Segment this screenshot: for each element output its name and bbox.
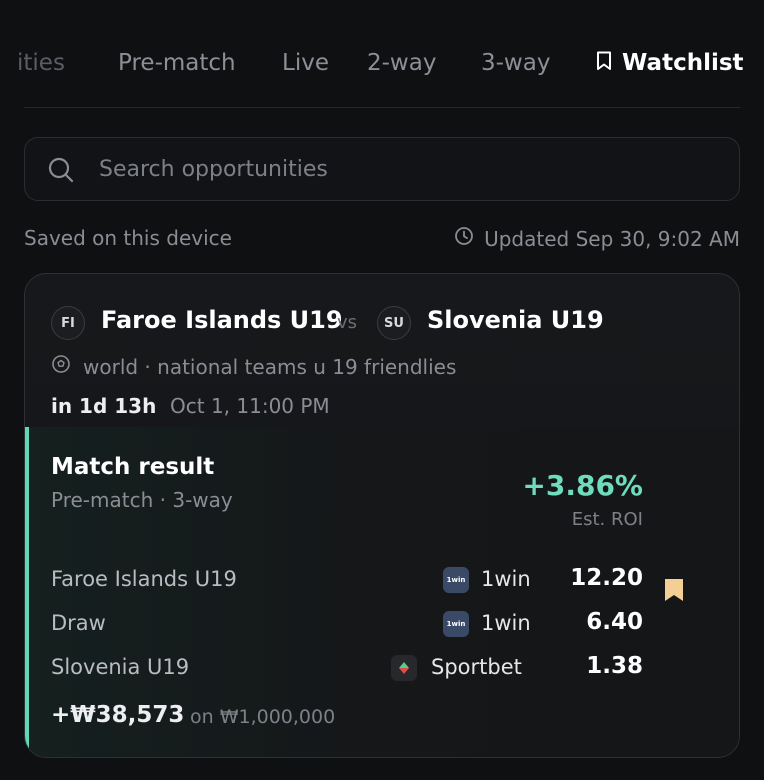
search-icon bbox=[47, 156, 75, 188]
outcome-line: Faroe Islands U19 1win 1win 12.20 bbox=[25, 561, 739, 601]
bookmaker-name: 1win bbox=[481, 611, 531, 635]
outcome-label: Faroe Islands U19 bbox=[51, 567, 237, 591]
outcome-line: Draw 1win 1win 6.40 bbox=[25, 605, 739, 645]
vs-label: vs bbox=[337, 312, 358, 333]
countdown: in 1d 13h bbox=[51, 394, 157, 418]
roi-value: +3.86% bbox=[522, 469, 643, 502]
updated-timestamp: Updated Sep 30, 9:02 AM bbox=[454, 226, 740, 251]
home-team-badge: FI bbox=[51, 306, 85, 340]
bookmaker-name: Sportbet bbox=[431, 655, 522, 679]
bookmaker-name: 1win bbox=[481, 567, 531, 591]
tab-opportunities[interactable]: ities bbox=[17, 50, 65, 76]
odds-value: 1.38 bbox=[586, 653, 643, 679]
clock-icon bbox=[454, 226, 474, 251]
stake-amount: on ₩1,000,000 bbox=[190, 706, 336, 728]
home-team-name: Faroe Islands U19 bbox=[101, 306, 343, 334]
saved-note: Saved on this device bbox=[24, 226, 232, 250]
opportunity-card[interactable]: FI Faroe Islands U19 vs SU Slovenia U19 … bbox=[24, 273, 740, 758]
odds-value: 12.20 bbox=[570, 565, 643, 591]
outcome-label: Draw bbox=[51, 611, 106, 635]
profit-amount: +₩38,573 bbox=[51, 702, 185, 728]
bookmaker-logo: 1win bbox=[443, 611, 469, 637]
market-panel: Match result Pre-match · 3-way +3.86% Es… bbox=[25, 427, 739, 757]
bookmark-icon bbox=[596, 51, 612, 77]
odds-value: 6.40 bbox=[586, 609, 643, 635]
tab-watchlist-label: Watchlist bbox=[622, 50, 744, 76]
market-subtitle: Pre-match · 3-way bbox=[51, 488, 233, 512]
market-tabs: ities Pre-match Live 2-way 3-way Watchli… bbox=[0, 40, 764, 96]
tab-2-way[interactable]: 2-way bbox=[367, 50, 436, 76]
tab-live[interactable]: Live bbox=[282, 50, 329, 76]
updated-label: Updated Sep 30, 9:02 AM bbox=[484, 226, 740, 251]
outcome-line: Slovenia U19 Sportbet 1.38 bbox=[25, 649, 739, 689]
watchlist-bookmark-icon[interactable] bbox=[663, 577, 685, 607]
tab-3-way[interactable]: 3-way bbox=[481, 50, 550, 76]
search-input[interactable] bbox=[97, 148, 721, 190]
outcome-label: Slovenia U19 bbox=[51, 655, 190, 679]
kickoff-time: Oct 1, 11:00 PM bbox=[170, 394, 330, 418]
bookmaker-logo: 1win bbox=[443, 567, 469, 593]
tab-pre-match[interactable]: Pre-match bbox=[118, 50, 236, 76]
tab-watchlist[interactable]: Watchlist bbox=[596, 50, 744, 77]
sportbet-logo-icon bbox=[391, 655, 417, 681]
roi-label: Est. ROI bbox=[571, 509, 643, 530]
market-title: Match result bbox=[51, 454, 215, 480]
away-team-badge: SU bbox=[377, 306, 411, 340]
league-row: world · national teams u 19 friendlies bbox=[51, 354, 456, 379]
soccer-ball-icon bbox=[51, 354, 71, 379]
search-box[interactable] bbox=[24, 137, 740, 201]
league-name: world · national teams u 19 friendlies bbox=[83, 354, 457, 379]
tabs-divider bbox=[24, 107, 740, 108]
away-team-name: Slovenia U19 bbox=[427, 306, 604, 334]
